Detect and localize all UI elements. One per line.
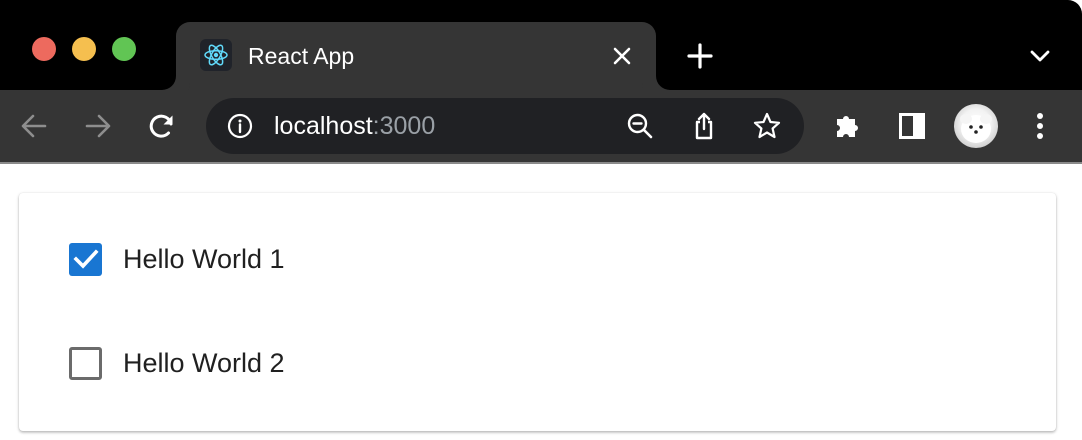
more-vertical-icon[interactable] [1022,108,1058,144]
item-label: Hello World 1 [123,244,285,274]
close-icon[interactable] [608,42,636,70]
info-icon[interactable] [226,112,254,140]
checkbox-unchecked[interactable] [69,346,102,380]
browser-window: React App localhost:3000 Hello World 1 H… [0,0,1082,440]
minimize-window-button[interactable] [72,37,96,61]
react-logo-icon [200,39,232,71]
url-text[interactable]: localhost:3000 [274,112,435,140]
item-label: Hello World 2 [123,348,285,378]
browser-toolbar: localhost:3000 [0,90,1082,162]
arrow-right-icon[interactable] [80,108,116,144]
share-icon[interactable] [688,110,720,142]
list-item[interactable]: Hello World 1 [19,229,1056,289]
plus-icon[interactable] [684,40,716,72]
arrow-left-icon[interactable] [16,108,52,144]
zoom-window-button[interactable] [112,37,136,61]
chevron-down-icon[interactable] [1026,42,1054,70]
title-bar: React App [0,0,1082,90]
url-host: localhost [274,112,373,140]
url-port: :3000 [372,112,436,140]
side-panel-icon[interactable] [894,108,930,144]
browser-tab[interactable]: React App [176,22,656,90]
tab-title: React App [248,43,355,69]
puzzle-icon[interactable] [830,108,866,144]
checkbox-checked[interactable] [69,242,102,276]
avatar[interactable] [954,104,998,148]
list-item[interactable]: Hello World 2 [19,333,1056,393]
star-icon[interactable] [751,110,783,142]
zoom-out-icon[interactable] [624,110,656,142]
close-window-button[interactable] [32,37,56,61]
toolbar-divider [0,162,1082,164]
address-bar[interactable]: localhost:3000 [206,98,804,154]
reload-icon[interactable] [144,108,180,144]
todo-card: Hello World 1 Hello World 2 [19,193,1056,431]
